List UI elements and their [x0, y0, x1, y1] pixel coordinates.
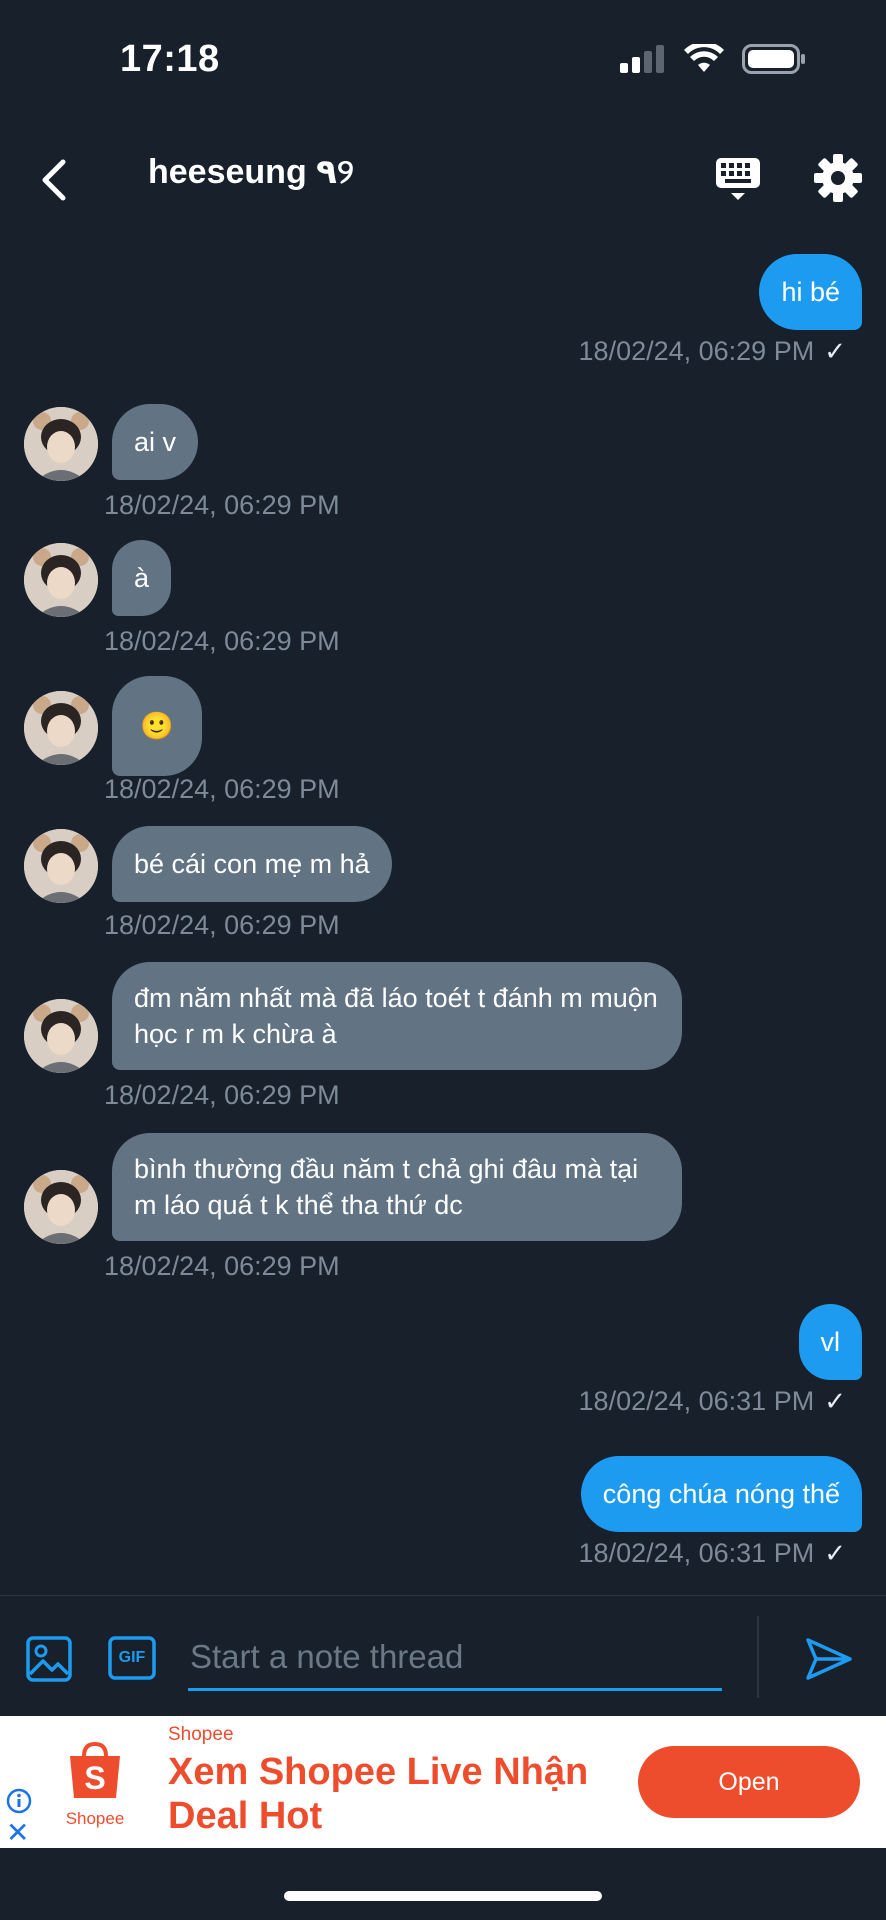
- message-timestamp: 18/02/24, 06:29 PM: [578, 336, 815, 366]
- svg-text:S: S: [84, 1760, 105, 1796]
- ad-brand: Shopee: [168, 1724, 234, 1745]
- gif-label: GIF: [118, 1649, 146, 1666]
- message-incoming[interactable]: 🙂: [112, 676, 202, 776]
- status-bar: 17:18: [0, 0, 886, 120]
- avatar-image: [24, 829, 98, 903]
- home-indicator[interactable]: [284, 1891, 602, 1901]
- send-icon: [806, 1638, 852, 1680]
- message-incoming[interactable]: bình thường đầu năm t chả ghi đâu mà tại…: [112, 1133, 682, 1241]
- message-timestamp: 18/02/24, 06:29 PM: [104, 1080, 340, 1110]
- attach-image-button[interactable]: [26, 1636, 72, 1682]
- message-incoming[interactable]: bé cái con mẹ m hả: [112, 826, 392, 902]
- message-timestamp: 18/02/24, 06:29 PM: [104, 774, 340, 804]
- ad-info-button[interactable]: [6, 1788, 32, 1814]
- conversation-header: heeseung ٩୨: [0, 140, 886, 220]
- message-incoming[interactable]: đm năm nhất mà đã láo toét t đánh m muộn…: [112, 962, 682, 1070]
- gear-icon: [814, 154, 862, 202]
- avatar-image: [24, 691, 98, 765]
- read-check-icon: ✓: [824, 1538, 846, 1568]
- note-input[interactable]: [188, 1626, 722, 1691]
- avatar[interactable]: [24, 407, 98, 481]
- message-list[interactable]: hi bé 18/02/24, 06:29 PM ✓ ai v 18/02/24…: [0, 240, 886, 1590]
- ad-open-button[interactable]: Open: [638, 1746, 860, 1818]
- ad-banner[interactable]: ✕ S Shopee Shopee Xem Shopee Live Nhận D…: [0, 1716, 886, 1848]
- keyboard-icon: [716, 158, 760, 200]
- message-incoming[interactable]: à: [112, 540, 172, 616]
- send-button[interactable]: [804, 1634, 854, 1684]
- avatar[interactable]: [24, 1170, 98, 1244]
- avatar[interactable]: [24, 691, 98, 765]
- compose-bar: GIF: [0, 1595, 886, 1716]
- message-incoming[interactable]: ai v: [112, 404, 199, 480]
- ad-headline[interactable]: Xem Shopee Live Nhận Deal Hot: [168, 1750, 628, 1838]
- message-meta: 18/02/24, 06:31 PM ✓: [579, 1538, 846, 1569]
- message-bubble[interactable]: công chúa nóng thế: [580, 1456, 862, 1532]
- chevron-left-icon: [42, 159, 66, 201]
- message-bubble[interactable]: bé cái con mẹ m hả: [112, 826, 392, 902]
- message-timestamp: 18/02/24, 06:31 PM: [578, 1538, 815, 1568]
- message-outgoing[interactable]: vl: [798, 1304, 862, 1380]
- message-outgoing[interactable]: công chúa nóng thế: [580, 1456, 862, 1532]
- settings-button[interactable]: [810, 150, 866, 206]
- status-icons: [620, 41, 806, 79]
- avatar[interactable]: [24, 999, 98, 1073]
- message-timestamp: 18/02/24, 06:29 PM: [104, 1251, 340, 1281]
- message-bubble[interactable]: ai v: [112, 404, 199, 480]
- message-timestamp: 18/02/24, 06:29 PM: [104, 910, 340, 940]
- battery-icon: [742, 44, 806, 79]
- back-button[interactable]: [24, 150, 84, 210]
- message-meta: 18/02/24, 06:31 PM ✓: [579, 1386, 846, 1417]
- conversation-title: heeseung ٩୨: [148, 153, 354, 191]
- read-check-icon: ✓: [824, 1386, 846, 1416]
- message-timestamp: 18/02/24, 06:31 PM: [578, 1386, 815, 1416]
- divider: [757, 1616, 759, 1698]
- avatar-image: [24, 543, 98, 617]
- message-bubble[interactable]: đm năm nhất mà đã láo toét t đánh m muộn…: [112, 962, 682, 1070]
- read-check-icon: ✓: [824, 336, 846, 366]
- message-bubble[interactable]: vl: [798, 1304, 862, 1380]
- avatar[interactable]: [24, 543, 98, 617]
- avatar[interactable]: [24, 829, 98, 903]
- message-meta: 18/02/24, 06:29 PM ✓: [579, 336, 846, 367]
- cellular-signal-icon: [620, 45, 666, 78]
- ad-logo-text: Shopee: [65, 1809, 125, 1828]
- avatar-image: [24, 999, 98, 1073]
- avatar-image: [24, 1170, 98, 1244]
- gif-button[interactable]: GIF: [108, 1636, 156, 1680]
- shopee-logo: S Shopee: [60, 1740, 130, 1830]
- message-bubble[interactable]: bình thường đầu năm t chả ghi đâu mà tại…: [112, 1133, 682, 1241]
- message-bubble[interactable]: à: [112, 540, 172, 616]
- message-bubble[interactable]: hi bé: [759, 254, 862, 330]
- status-time: 17:18: [120, 38, 220, 80]
- ad-close-button[interactable]: ✕: [6, 1816, 29, 1849]
- info-icon: [6, 1788, 32, 1814]
- image-icon: [26, 1636, 72, 1682]
- shopping-bag-icon: S: [70, 1741, 120, 1798]
- wifi-icon: [684, 41, 724, 79]
- message-timestamp: 18/02/24, 06:29 PM: [104, 490, 340, 520]
- message-bubble[interactable]: 🙂: [112, 676, 202, 776]
- message-outgoing[interactable]: hi bé: [759, 254, 862, 330]
- avatar-image: [24, 407, 98, 481]
- message-timestamp: 18/02/24, 06:29 PM: [104, 626, 340, 656]
- keyboard-button[interactable]: [712, 152, 764, 204]
